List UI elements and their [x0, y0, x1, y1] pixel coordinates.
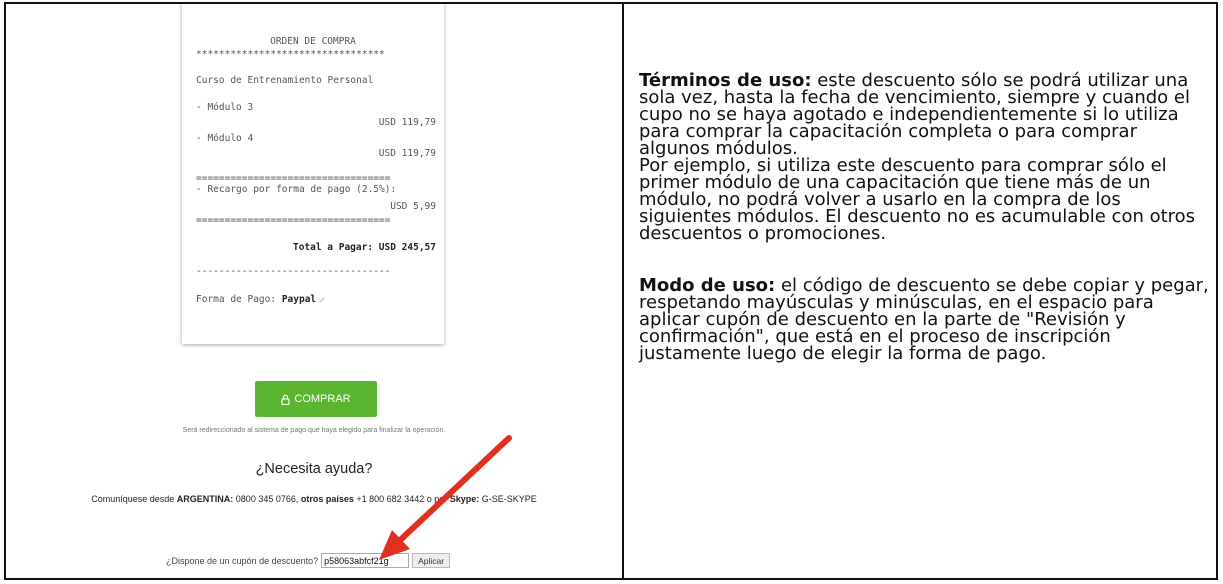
- column-divider: [622, 2, 624, 580]
- terms-example: Por ejemplo, si utiliza este descuento p…: [639, 155, 1196, 244]
- red-arrow-annotation: [379, 435, 512, 560]
- terms-paragraph: Términos de uso: este descuento sólo se …: [639, 72, 1209, 158]
- instructions-panel: Términos de uso: este descuento sólo se …: [639, 72, 1209, 363]
- screenshot-panel: ORDEN DE COMPRA ************************…: [6, 4, 622, 578]
- usage-paragraph: Modo de uso: el código de descuento se d…: [639, 277, 1209, 363]
